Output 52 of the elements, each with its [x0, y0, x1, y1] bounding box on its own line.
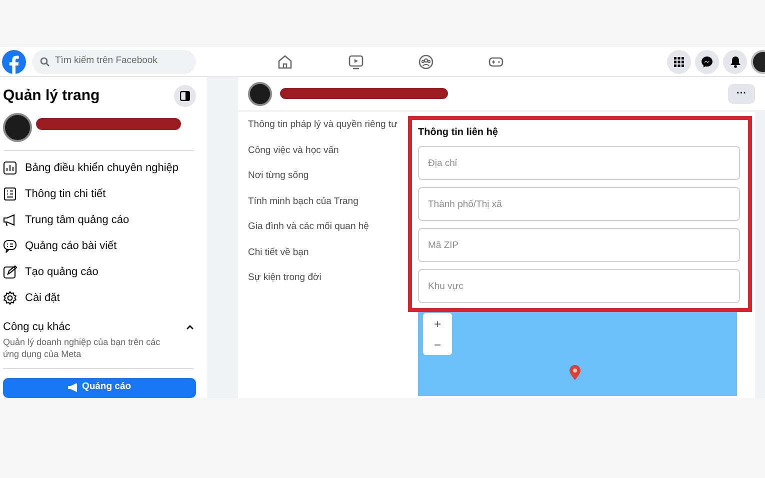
about-section-link[interactable]: Thông tin pháp lý và quyền riêng tư: [248, 117, 408, 132]
search-input: Tìm kiếm trên Facebook: [55, 54, 185, 69]
more-button[interactable]: ···: [728, 84, 755, 104]
bell-icon: [730, 56, 740, 68]
page-avatar: [3, 112, 32, 142]
facebook-logo-icon[interactable]: [2, 50, 26, 74]
chat-bubble-icon: [701, 56, 713, 68]
document-list-icon: [3, 187, 17, 201]
messenger-button[interactable]: [695, 50, 719, 74]
about-section-link[interactable]: Gia đình và các mối quan hệ: [248, 219, 408, 234]
sidebar-item[interactable]: Trung tâm quảng cáo: [3, 207, 204, 233]
zoom-in-button[interactable]: +: [434, 318, 441, 330]
chevron-icon[interactable]: [186, 324, 194, 330]
notifications-button[interactable]: [723, 50, 747, 74]
search-icon: [40, 56, 50, 66]
gear-icon: [3, 291, 17, 305]
speech-bubble-icon: [3, 239, 17, 253]
dashboard-icon: [3, 161, 17, 175]
groups-icon[interactable]: [418, 54, 434, 70]
input-field[interactable]: Khu vực: [418, 269, 740, 303]
sidebar-item[interactable]: Quảng cáo bài viết: [3, 233, 204, 259]
map-pin-icon: [569, 365, 581, 380]
about-section-link[interactable]: Sự kiện trong đời: [248, 270, 408, 286]
megaphone-icon: [68, 383, 78, 392]
zoom-out-button[interactable]: −: [434, 338, 441, 350]
sidebar-toggle-icon: [180, 91, 190, 101]
apps-menu-button[interactable]: [667, 50, 691, 74]
about-section-link[interactable]: Chi tiết về bạn: [248, 244, 408, 260]
sidebar-item[interactable]: Thông tin chi tiết: [3, 181, 204, 207]
home-icon[interactable]: [277, 54, 293, 70]
sidebar-item[interactable]: Bảng điều khiển chuyên nghiệp: [3, 155, 204, 181]
sidebar-item[interactable]: Cài đặt: [3, 285, 204, 311]
input-field[interactable]: Mã ZIP: [418, 228, 740, 262]
megaphone-icon: [3, 213, 17, 227]
promote-button[interactable]: Quảng cáo: [3, 378, 196, 398]
edit-icon: [3, 265, 17, 279]
about-section-link[interactable]: Tính minh bạch của Trang: [248, 194, 408, 209]
sidebar-title: Quản lý trang: [3, 86, 100, 106]
input-field[interactable]: Địa chỉ: [418, 146, 740, 180]
collapse-button[interactable]: [174, 85, 196, 107]
page-avatar: [248, 82, 272, 106]
section-title: Thông tin liên hệ: [418, 126, 499, 140]
input-field[interactable]: Thành phố/Thị xã: [418, 187, 740, 221]
about-section-link[interactable]: Công việc và học vấn: [248, 142, 408, 158]
map-view[interactable]: + −: [418, 310, 737, 396]
search-field[interactable]: Tìm kiếm trên Facebook: [32, 50, 196, 74]
grid-icon: [674, 56, 684, 66]
section-title: Công cụ khác: [3, 320, 70, 335]
video-icon[interactable]: [348, 54, 364, 70]
section-description: Quản lý doanh nghiệp của bạn trên các ứng dụng của Meta: [3, 336, 162, 360]
sidebar-item[interactable]: Tạo quảng cáo: [3, 259, 204, 285]
about-section-link[interactable]: Nơi từng sống: [248, 168, 408, 184]
